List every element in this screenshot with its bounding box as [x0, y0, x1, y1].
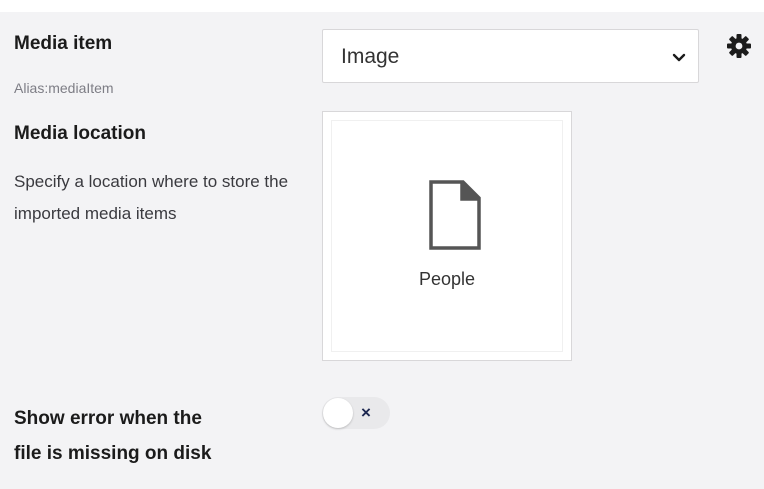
gear-icon[interactable]: [725, 32, 753, 60]
show-error-toggle[interactable]: ×: [322, 397, 390, 429]
property-panel: Media item Alias:mediaItem Image Media l…: [0, 12, 764, 489]
document-icon: [427, 179, 483, 251]
media-node-name: People: [418, 269, 476, 289]
media-item-select-value: Image: [341, 45, 400, 68]
show-error-label-line1: Show error when the: [14, 408, 202, 429]
chevron-down-icon: [670, 48, 688, 66]
media-item-select[interactable]: Image: [322, 29, 699, 83]
media-location-description: Specify a location where to store the im…: [14, 172, 289, 223]
media-item-alias: Alias:mediaItem: [14, 80, 114, 96]
media-picker: People: [322, 111, 572, 361]
media-location-label: Media location: [14, 123, 146, 144]
toggle-knob: [323, 398, 353, 428]
media-node-card[interactable]: People: [332, 121, 562, 351]
media-item-label: Media item: [14, 33, 113, 54]
show-error-label-line2: file is missing on disk: [14, 443, 212, 464]
close-icon: ×: [361, 403, 371, 422]
